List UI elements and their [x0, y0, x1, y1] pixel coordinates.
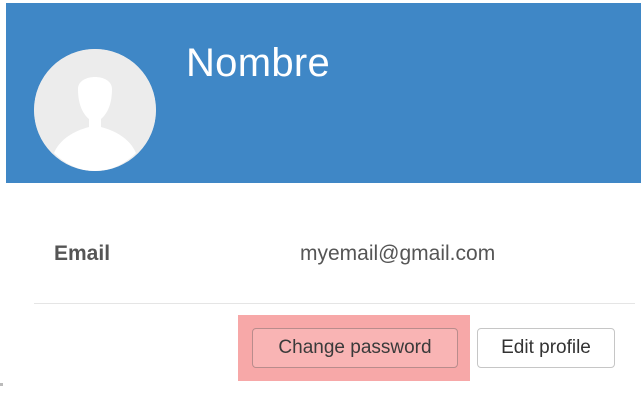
profile-card: Nombre Email myemail@gmail.com Change pa… — [0, 0, 641, 399]
email-label: Email — [54, 242, 111, 265]
email-value: myemail@gmail.com — [300, 242, 496, 265]
edit-profile-button[interactable]: Edit profile — [477, 328, 615, 368]
profile-name: Nombre — [186, 41, 331, 85]
email-row: Email myemail@gmail.com — [34, 212, 634, 300]
divider — [34, 303, 635, 304]
profile-header: Nombre — [6, 3, 641, 183]
change-password-button[interactable]: Change password — [252, 328, 458, 368]
edge-mark — [0, 383, 3, 386]
avatar — [34, 49, 156, 171]
user-silhouette-icon — [34, 49, 156, 171]
